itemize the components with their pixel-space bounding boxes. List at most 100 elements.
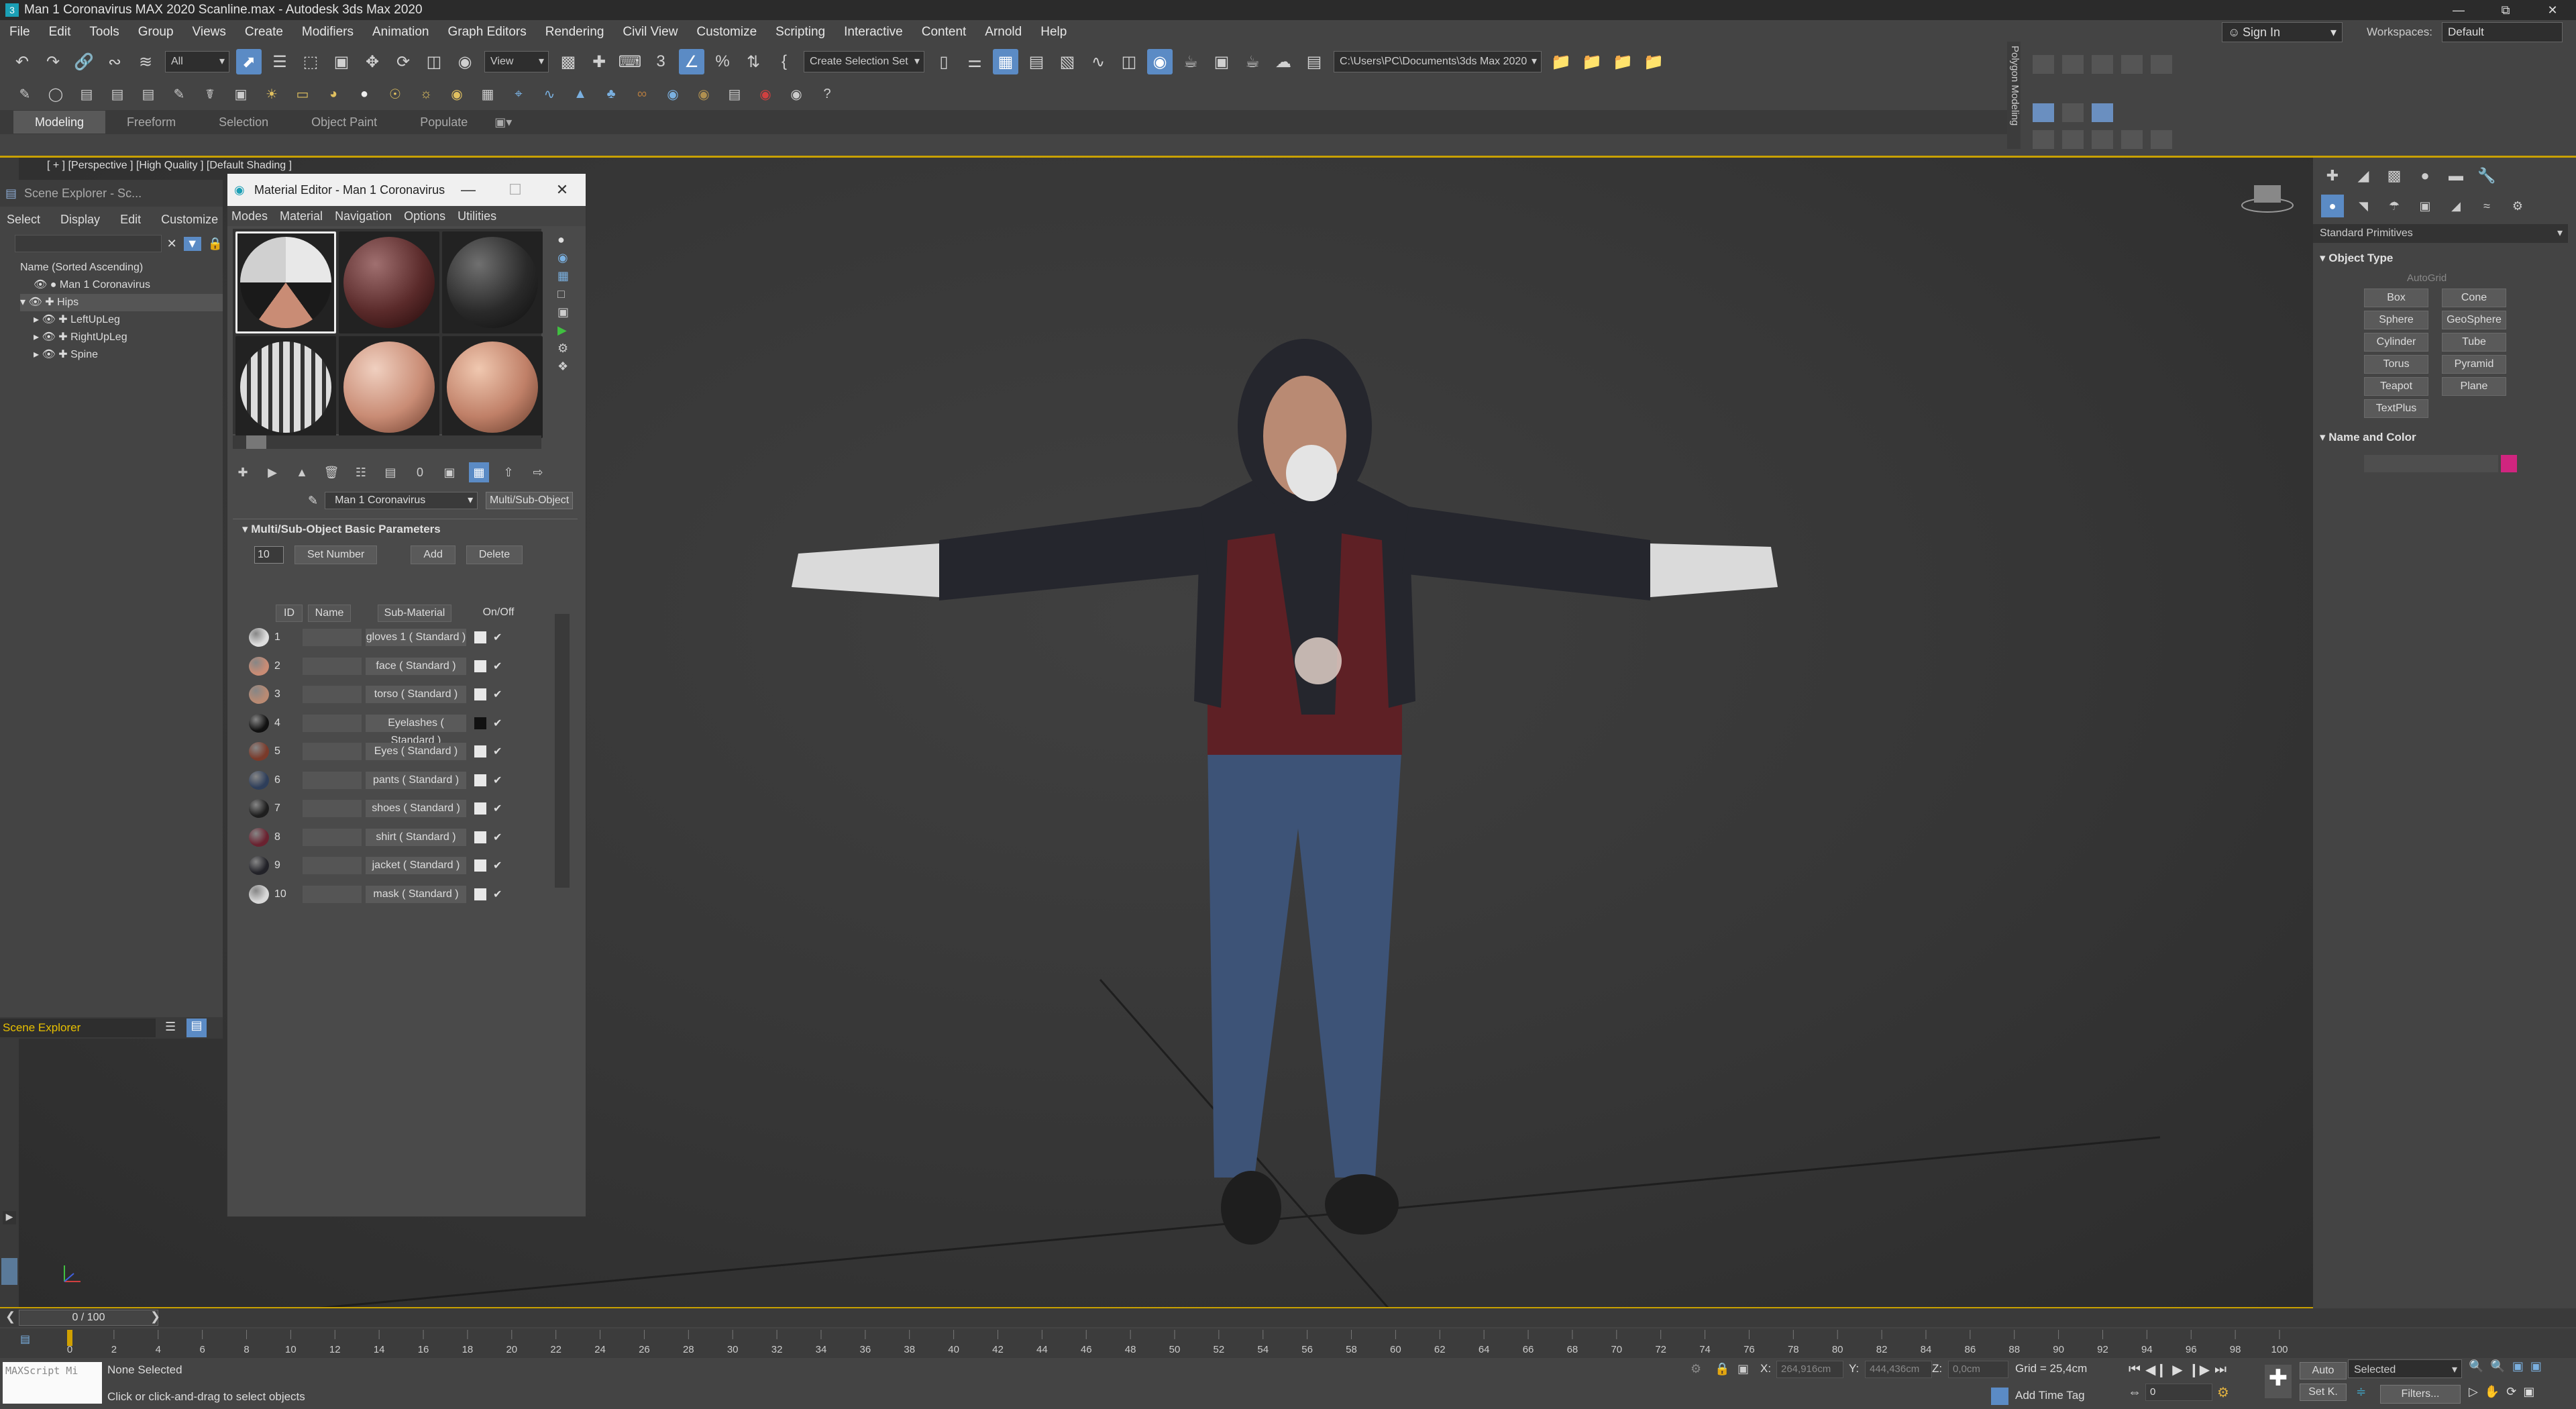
sample-slots-scrollbar[interactable] <box>233 435 541 449</box>
lights-icon[interactable]: ☂ <box>2383 195 2406 217</box>
percent-snap-icon[interactable]: % <box>710 49 735 74</box>
options-icon[interactable]: ⚙ <box>557 342 570 356</box>
viewcube-icon[interactable] <box>2234 173 2301 220</box>
cone-button[interactable]: Cone <box>2442 289 2506 307</box>
render-setup-icon[interactable]: ☕ <box>1178 49 1203 74</box>
bone-icon[interactable]: ☤ <box>200 84 220 104</box>
ribbon-tab-populate[interactable]: Populate <box>398 111 489 134</box>
submaterial-onoff-checkbox[interactable]: ✔ <box>493 660 502 673</box>
pyramid-button[interactable]: Pyramid <box>2442 355 2506 374</box>
menu-group[interactable]: Group <box>129 20 183 44</box>
id-header[interactable]: ID <box>276 605 303 622</box>
volume-icon[interactable]: ▲ <box>570 84 590 104</box>
mirror-icon[interactable]: ▯ <box>931 49 957 74</box>
submaterial-color-swatch[interactable] <box>474 859 486 872</box>
sx-menu-edit[interactable]: Edit <box>120 213 141 227</box>
primitive-category-dropdown[interactable]: Standard Primitives <box>2313 224 2568 243</box>
menu-civil-view[interactable]: Civil View <box>613 20 687 44</box>
sx-tree-item[interactable]: 👁 ● Man 1 Coronavirus <box>20 276 223 294</box>
arnold-log-icon[interactable]: ◉ <box>786 84 806 104</box>
project-folder-icon[interactable]: 📁 <box>1641 49 1666 74</box>
orbit-icon[interactable]: ⟳ <box>2506 1385 2516 1399</box>
sky-icon[interactable]: ☼ <box>416 84 436 104</box>
project-folder-dropdown[interactable]: C:\Users\PC\Documents\3ds Max 2020 <box>1334 51 1542 72</box>
submaterial-row[interactable]: 9 jacket ( Standard ) ✔ <box>241 851 561 880</box>
sun-icon[interactable]: ☉ <box>385 84 405 104</box>
arnold-render-icon[interactable]: ◉ <box>694 84 714 104</box>
arnold-settings-icon[interactable]: ◉ <box>755 84 775 104</box>
put-to-scene-icon[interactable]: ▶ <box>262 462 282 482</box>
material-swatch[interactable] <box>249 827 269 847</box>
me-menu-modes[interactable]: Modes <box>231 209 268 223</box>
time-prev-icon[interactable]: ❮ <box>5 1310 15 1324</box>
arnold-globe-icon[interactable]: ◉ <box>663 84 683 104</box>
submaterial-button[interactable]: shirt ( Standard ) <box>366 828 466 846</box>
modify-tab-icon[interactable]: ◢ <box>2352 164 2375 187</box>
submaterial-button[interactable]: pants ( Standard ) <box>366 771 466 789</box>
ribbon-tab-object-paint[interactable]: Object Paint <box>290 111 398 134</box>
time-slider[interactable] <box>0 1308 2576 1327</box>
submaterial-onoff-checkbox[interactable]: ✔ <box>493 745 502 758</box>
get-material-icon[interactable]: ✚ <box>233 462 253 482</box>
select-manipulate-icon[interactable]: ✚ <box>586 49 612 74</box>
select-object-icon[interactable]: ⬈ <box>236 49 262 74</box>
filter-icon[interactable]: ▼ <box>183 236 201 251</box>
autogrid-checkbox[interactable]: AutoGrid <box>2407 272 2447 284</box>
material-swatch[interactable] <box>249 856 269 876</box>
rendered-frame-window-icon[interactable]: ▣ <box>1209 49 1234 74</box>
tube-button[interactable]: Tube <box>2442 333 2506 352</box>
submaterial-color-swatch[interactable] <box>474 660 486 672</box>
submaterial-onoff-checkbox[interactable]: ✔ <box>493 802 502 815</box>
material-swatch[interactable] <box>249 742 269 762</box>
arnold-help-icon[interactable]: ? <box>817 84 837 104</box>
spinner-snap-icon[interactable]: ⇅ <box>741 49 766 74</box>
workspaces-dropdown[interactable]: Default <box>2442 22 2563 42</box>
menu-modifiers[interactable]: Modifiers <box>292 20 363 44</box>
object-type-rollout[interactable]: ▾ Object Type <box>2320 252 2393 265</box>
scene-explorer-titlebar[interactable]: ▤ Scene Explorer - Sc... <box>0 180 223 207</box>
sx-menu-customize[interactable]: Customize <box>161 213 218 227</box>
submaterial-name-field[interactable] <box>303 857 362 875</box>
sample-slot[interactable] <box>339 336 439 438</box>
layer-manage-icon[interactable]: ▤ <box>138 84 158 104</box>
hierarchy-toggle-icon[interactable]: ▤ <box>186 1019 207 1037</box>
material-name-field[interactable]: Man 1 Coronavirus <box>325 492 478 509</box>
hair-icon[interactable]: ∿ <box>539 84 559 104</box>
go-forward-sibling-icon[interactable]: ⇨ <box>528 462 548 482</box>
key-mode-icon[interactable]: ⇔ <box>2124 1382 2145 1402</box>
bulb-icon[interactable]: ◕ <box>323 84 343 104</box>
submaterial-button[interactable]: jacket ( Standard ) <box>366 857 466 875</box>
menu-scripting[interactable]: Scripting <box>766 20 835 44</box>
y-coordinate-field[interactable]: 444,436cm <box>1865 1361 1932 1378</box>
x-coordinate-field[interactable]: 264,916cm <box>1776 1361 1843 1378</box>
placement-icon[interactable]: ◉ <box>452 49 478 74</box>
named-selection-set-dropdown[interactable]: Create Selection Set <box>804 51 924 72</box>
scrollbar-thumb[interactable] <box>246 435 266 449</box>
absolute-mode-icon[interactable]: ▣ <box>1737 1362 1749 1376</box>
close-icon[interactable]: ✕ <box>2529 0 2576 20</box>
window-crossing-icon[interactable]: ▣ <box>329 49 354 74</box>
link-icon[interactable]: 🔗 <box>71 49 97 74</box>
submaterial-color-swatch[interactable] <box>474 688 486 701</box>
ribbon-tab-modeling[interactable]: Modeling <box>13 111 106 134</box>
zoom-icon[interactable]: 🔍 <box>2469 1359 2483 1373</box>
submaterial-button[interactable]: face ( Standard ) <box>366 657 466 675</box>
submaterial-onoff-checkbox[interactable]: ✔ <box>493 831 502 844</box>
scene-explorer-toggle-icon[interactable]: ▦ <box>993 49 1018 74</box>
material-swatch[interactable] <box>249 713 269 733</box>
current-frame-marker[interactable] <box>67 1330 72 1346</box>
make-unique-icon[interactable]: ☷ <box>351 462 371 482</box>
submaterial-name-field[interactable] <box>303 800 362 818</box>
material-swatch[interactable] <box>249 628 269 647</box>
schematic-view-icon[interactable]: ◫ <box>1116 49 1142 74</box>
submaterial-button[interactable]: shoes ( Standard ) <box>366 800 466 818</box>
pan-icon[interactable]: ✋ <box>2485 1385 2500 1399</box>
cameras-icon[interactable]: ▣ <box>2414 195 2436 217</box>
poly-toggle-icon[interactable] <box>2092 103 2113 122</box>
set-key-icon[interactable]: ✚ <box>2265 1365 2292 1398</box>
undo-icon[interactable]: ↶ <box>9 49 35 74</box>
submaterial-onoff-checkbox[interactable]: ✔ <box>493 717 502 730</box>
submaterial-button[interactable]: Eyelashes ( Standard ) <box>366 714 466 746</box>
submaterial-color-swatch[interactable] <box>474 774 486 786</box>
sample-slot[interactable] <box>235 336 336 438</box>
